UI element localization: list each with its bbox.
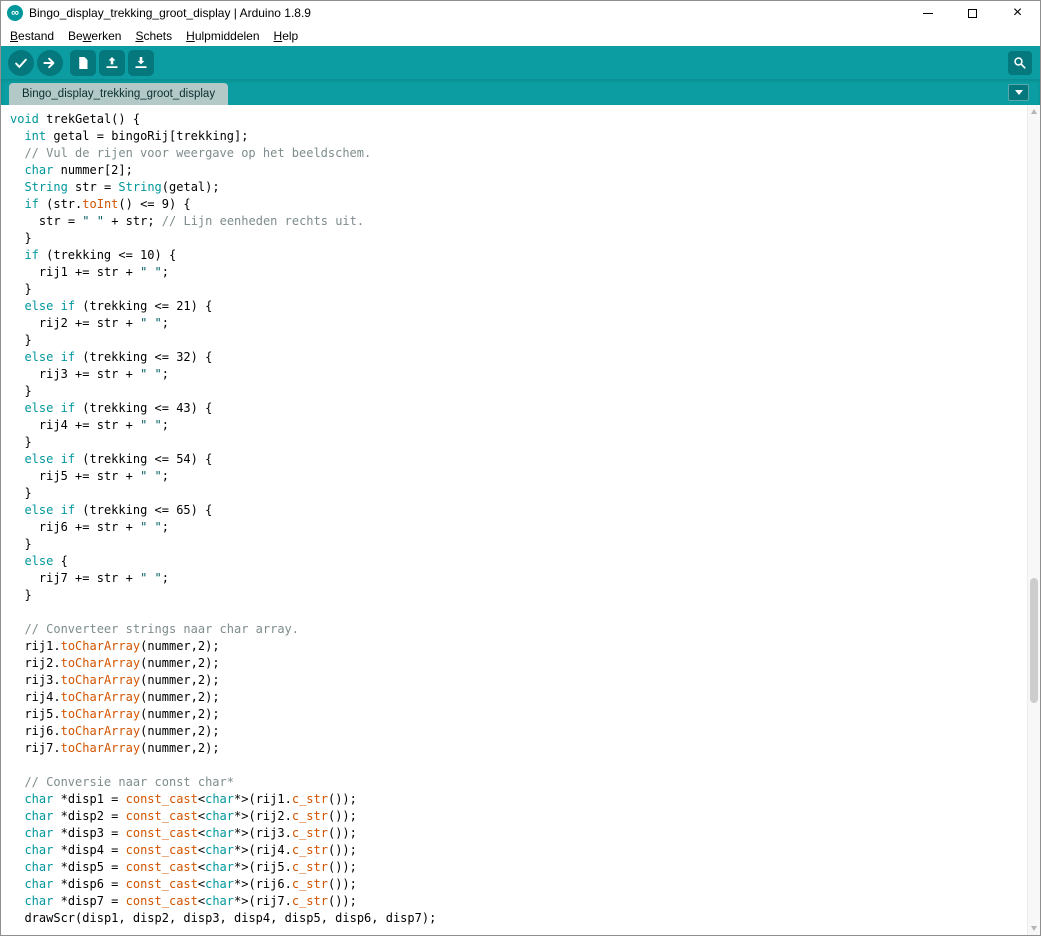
maximize-icon xyxy=(968,8,977,18)
menu-item-bestand[interactable]: Bestand xyxy=(3,27,61,45)
code-line: else if (trekking <= 43) { xyxy=(24,401,213,415)
code-line: } xyxy=(10,282,32,296)
menu-item-help[interactable]: Help xyxy=(267,27,306,45)
code-line: else if (trekking <= 65) { xyxy=(24,503,213,517)
code-line: } xyxy=(10,384,32,398)
code-line: if (trekking <= 10) { xyxy=(24,248,177,262)
menu-item-schets[interactable]: Schets xyxy=(128,27,179,45)
code-line: } xyxy=(10,537,32,551)
code-line: rij2 += str + " "; xyxy=(38,316,170,330)
minimize-button[interactable] xyxy=(905,1,950,25)
code-line: rij3.toCharArray(nummer,2); xyxy=(24,673,220,687)
code-line: rij5.toCharArray(nummer,2); xyxy=(24,707,220,721)
code-line: rij7 += str + " "; xyxy=(38,571,170,585)
serial-monitor-button[interactable] xyxy=(1008,50,1032,75)
code-line: } xyxy=(10,435,32,449)
menu-bar: Bestand Bewerken Schets Hulpmiddelen Help xyxy=(1,25,1040,46)
code-line: void trekGetal() { xyxy=(10,112,141,126)
scroll-up-icon[interactable] xyxy=(1031,109,1037,114)
code-line: rij1 += str + " "; xyxy=(38,265,170,279)
maximize-button[interactable] xyxy=(950,1,995,25)
code-line: char *disp5 = const_cast<char*>(rij5.c_s… xyxy=(24,860,357,874)
code-line: char *disp2 = const_cast<char*>(rij2.c_s… xyxy=(24,809,357,823)
code-line: rij4.toCharArray(nummer,2); xyxy=(24,690,220,704)
checkmark-icon xyxy=(15,58,27,68)
code-editor[interactable]: void trekGetal() { int getal = bingoRij[… xyxy=(1,105,1040,935)
close-icon: × xyxy=(1012,4,1023,21)
code-line: rij7.toCharArray(nummer,2); xyxy=(24,741,220,755)
code-line: char *disp4 = const_cast<char*>(rij4.c_s… xyxy=(24,843,357,857)
code-line: // Converteer strings naar char array. xyxy=(24,622,299,636)
code-line: rij3 += str + " "; xyxy=(38,367,170,381)
upload-button[interactable] xyxy=(37,49,63,76)
tab-dropdown-button[interactable] xyxy=(1008,84,1029,101)
code-line: rij4 += str + " "; xyxy=(38,418,170,432)
document-icon xyxy=(79,56,88,69)
window-title: Bingo_display_trekking_groot_display | A… xyxy=(29,6,311,20)
code-line: } xyxy=(10,486,32,500)
arrow-right-icon xyxy=(43,57,55,68)
scrollbar-thumb[interactable] xyxy=(1030,578,1038,703)
tab-active-sketch[interactable]: Bingo_display_trekking_groot_display xyxy=(9,83,229,105)
minimize-icon xyxy=(922,12,933,14)
magnifier-icon xyxy=(1014,56,1026,69)
code-line: rij6.toCharArray(nummer,2); xyxy=(24,724,220,738)
code-line: String str = String(getal); xyxy=(24,180,220,194)
code-line: else if (trekking <= 21) { xyxy=(24,299,213,313)
code-line: str = " " + str; // Lijn eenheden rechts… xyxy=(38,214,365,228)
code-line: else if (trekking <= 32) { xyxy=(24,350,213,364)
arrow-down-tray-icon xyxy=(135,56,147,68)
code-line: rij1.toCharArray(nummer,2); xyxy=(24,639,220,653)
arduino-app-icon: ∞ xyxy=(7,5,23,21)
code-line: else if (trekking <= 54) { xyxy=(24,452,213,466)
menu-item-hulpmiddelen[interactable]: Hulpmiddelen xyxy=(179,27,266,45)
code-line: int getal = bingoRij[trekking]; xyxy=(24,129,249,143)
arduino-ide-window: ∞ Bingo_display_trekking_groot_display |… xyxy=(0,0,1041,936)
toolbar xyxy=(1,46,1040,79)
new-sketch-button[interactable] xyxy=(70,49,96,76)
code-line: } xyxy=(10,333,32,347)
open-sketch-button[interactable] xyxy=(99,49,125,76)
code-line: drawScr(disp1, disp2, disp3, disp4, disp… xyxy=(24,911,437,925)
code-line: } xyxy=(10,231,32,245)
code-line: char *disp3 = const_cast<char*>(rij3.c_s… xyxy=(24,826,357,840)
code-line: rij6 += str + " "; xyxy=(38,520,170,534)
chevron-down-icon xyxy=(1014,90,1023,95)
verify-button[interactable] xyxy=(8,49,34,76)
code-line: } xyxy=(10,588,32,602)
scroll-down-icon[interactable] xyxy=(1031,926,1037,931)
code-line: rij5 += str + " "; xyxy=(38,469,170,483)
save-sketch-button[interactable] xyxy=(128,49,154,76)
code-line: char *disp1 = const_cast<char*>(rij1.c_s… xyxy=(24,792,357,806)
tab-label: Bingo_display_trekking_groot_display xyxy=(22,88,216,100)
menu-item-bewerken[interactable]: Bewerken xyxy=(61,27,128,45)
title-bar: ∞ Bingo_display_trekking_groot_display |… xyxy=(1,1,1040,25)
arrow-up-tray-icon xyxy=(106,56,118,68)
tab-bar: Bingo_display_trekking_groot_display xyxy=(1,79,1040,105)
editor-scrollbar[interactable] xyxy=(1027,105,1040,935)
window-controls: × xyxy=(905,1,1040,25)
code-area[interactable]: void trekGetal() { int getal = bingoRij[… xyxy=(1,105,1040,927)
code-line: char nummer[2]; xyxy=(24,163,133,177)
code-line: rij2.toCharArray(nummer,2); xyxy=(24,656,220,670)
close-button[interactable]: × xyxy=(995,1,1040,25)
code-line: char *disp7 = const_cast<char*>(rij7.c_s… xyxy=(24,894,357,908)
code-line: if (str.toInt() <= 9) { xyxy=(24,197,191,211)
code-line: // Vul de rijen voor weergave op het bee… xyxy=(24,146,372,160)
code-line: char *disp6 = const_cast<char*>(rij6.c_s… xyxy=(24,877,357,891)
code-line: // Conversie naar const char* xyxy=(24,775,234,789)
code-line: else { xyxy=(24,554,68,568)
